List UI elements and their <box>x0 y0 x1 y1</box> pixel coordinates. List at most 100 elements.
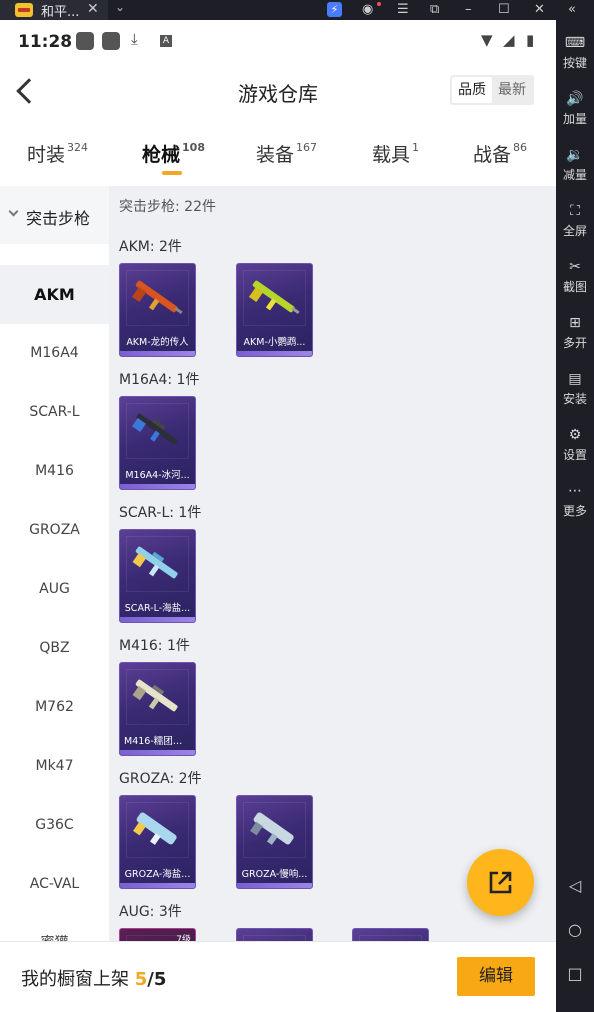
weapon-card[interactable]: AKM-龙的传人 <box>119 263 196 357</box>
akm-parrot-gun-icon <box>248 280 300 315</box>
apk-icon: ▤ <box>568 371 582 387</box>
m416-rice-dumpling-gun-icon <box>132 679 178 712</box>
showcase-bar: 我的橱窗上架 5/5 编辑 <box>0 941 556 1012</box>
tab-label: 战备 <box>473 144 512 166</box>
install-apk-button[interactable]: ▤ 安装 <box>556 370 594 407</box>
account-icon[interactable]: ◉ <box>362 1 373 19</box>
maximize-icon[interactable]: ☐ <box>498 1 510 19</box>
settings-button[interactable]: ⚙ 设置 <box>556 426 594 463</box>
status-bar: 11:28 ⤓ A ▼ ◢ ▮ <box>0 20 556 62</box>
tab-label: 载具 <box>372 144 411 166</box>
keyboard-icon: ⌨ <box>564 35 586 51</box>
android-recents-icon[interactable]: □ <box>556 964 594 983</box>
weapon-card[interactable]: M416-糯团青... <box>119 662 196 756</box>
showcase-total: /5 <box>147 969 167 990</box>
tool-label: 设置 <box>562 448 587 462</box>
scar-l-sea-salt-gun-icon <box>132 546 178 579</box>
groza-sea-salt-gun-icon <box>133 812 177 845</box>
tab-vehicles[interactable]: 载具 1 <box>372 140 419 167</box>
weapon-card[interactable]: SCAR-L-海盐... <box>119 529 196 623</box>
emulator-title-bar: 和平... ✕ ⌄ ⚡ ◉ ☰ ⧉ – ☐ ✕ « <box>0 0 594 20</box>
section-title-m16a4: M16A4: 1件 <box>119 372 200 388</box>
sidebar-item-m416[interactable]: M416 <box>0 442 109 501</box>
popout-icon[interactable]: ⧉ <box>430 1 439 19</box>
weapon-card[interactable]: GROZA-海盐... <box>119 795 196 889</box>
tab-label: 枪械 <box>142 144 181 166</box>
sidebar-item-m16a4[interactable]: M16A4 <box>0 324 109 383</box>
card-quality-bar <box>120 351 195 356</box>
volume-down-button[interactable]: 🔉 减量 <box>556 146 594 183</box>
screenshot-button[interactable]: ✂ 截图 <box>556 258 594 295</box>
sidebar-item-groza[interactable]: GROZA <box>0 501 109 560</box>
close-tab-icon[interactable]: ✕ <box>87 1 99 17</box>
category-summary: 突击步枪: 22件 <box>119 199 216 215</box>
collapse-sidebar-icon[interactable]: « <box>568 1 576 19</box>
weapon-card[interactable]: 7级 <box>119 928 196 941</box>
external-link-icon <box>489 871 512 894</box>
sidebar-item-m762[interactable]: M762 <box>0 678 109 737</box>
volume-up-button[interactable]: 🔊 加量 <box>556 90 594 127</box>
weapon-card[interactable] <box>236 928 313 941</box>
status-notification-icon <box>76 32 94 50</box>
wifi-icon: ▼ <box>481 31 493 49</box>
weapon-card[interactable]: AKM-小鹦鹉... <box>236 263 313 357</box>
level-badge: 7级 <box>176 935 191 941</box>
card-quality-bar <box>120 617 195 622</box>
multi-instance-button[interactable]: ⊞ 多开 <box>556 314 594 351</box>
menu-icon[interactable]: ☰ <box>397 1 409 19</box>
download-icon: ⤓ <box>131 30 138 48</box>
phone-screen: 11:28 ⤓ A ▼ ◢ ▮ 游戏仓库 品质 最新 时装 324 枪械 108 装… <box>0 20 556 1012</box>
android-home-icon[interactable]: ○ <box>556 920 594 939</box>
tab-guns[interactable]: 枪械 108 <box>142 140 205 167</box>
page-header: 游戏仓库 品质 最新 <box>0 62 556 120</box>
tab-label: 时装 <box>27 144 66 166</box>
tab-equipment[interactable]: 装备 167 <box>256 140 317 167</box>
section-title-scar-l: SCAR-L: 1件 <box>119 505 202 521</box>
minimize-icon[interactable]: – <box>465 1 472 19</box>
sidebar-group-label: 突击步枪 <box>26 209 91 228</box>
akm-dragon-gun-icon <box>131 280 183 315</box>
volume-up-icon: 🔊 <box>566 91 584 107</box>
app-tab-title: 和平... <box>41 4 80 20</box>
keymap-button[interactable]: ⌨ 按键 <box>556 34 594 71</box>
sidebar-group-assault-rifles[interactable]: 突击步枪 <box>0 186 109 244</box>
status-a-icon: A <box>160 35 172 47</box>
weapon-card-name: GROZA-海盐... <box>124 869 191 880</box>
gear-icon: ⚙ <box>568 427 582 443</box>
sort-quality-button[interactable]: 品质 <box>452 77 492 103</box>
more-button[interactable]: ⋯ 更多 <box>556 482 594 519</box>
weapon-card[interactable]: GROZA-慢响... <box>236 795 313 889</box>
sort-latest-button[interactable]: 最新 <box>492 77 532 103</box>
sidebar-item-mk47[interactable]: Mk47 <box>0 737 109 796</box>
share-button[interactable] <box>467 849 534 916</box>
sidebar-item-ac-val[interactable]: AC-VAL <box>0 855 109 914</box>
m16a4-glacier-gun-icon <box>132 413 178 445</box>
android-back-icon[interactable]: ◁ <box>556 876 594 895</box>
sidebar-item-aug[interactable]: AUG <box>0 560 109 619</box>
section-title-m416: M416: 1件 <box>119 638 190 654</box>
weapon-card[interactable]: M16A4-冰河... <box>119 396 196 490</box>
tool-label: 多开 <box>562 336 587 350</box>
scissors-icon: ✂ <box>569 259 581 275</box>
sidebar-item-akm[interactable]: AKM <box>0 265 109 324</box>
tab-fashion[interactable]: 时装 324 <box>27 140 88 167</box>
close-window-icon[interactable]: ✕ <box>534 1 545 19</box>
app-icon <box>15 3 33 17</box>
sidebar-item-scar-l[interactable]: SCAR-L <box>0 383 109 442</box>
tab-dropdown-icon[interactable]: ⌄ <box>115 0 125 14</box>
weapon-card-name: M416-糯团青... <box>124 736 192 747</box>
fullscreen-button[interactable]: ⛶ 全屏 <box>556 202 594 239</box>
edit-button[interactable]: 编辑 <box>457 957 535 996</box>
tab-supplies[interactable]: 战备 86 <box>473 140 527 167</box>
more-icon: ⋯ <box>568 483 582 499</box>
sidebar-item-g36c[interactable]: G36C <box>0 796 109 855</box>
boost-icon[interactable]: ⚡ <box>327 2 342 17</box>
weapon-card[interactable] <box>352 928 429 941</box>
sidebar-item-qbz[interactable]: QBZ <box>0 619 109 678</box>
tool-label: 更多 <box>562 504 587 518</box>
status-notification-icon <box>102 32 120 50</box>
weapon-card-name: AKM-龙的传人 <box>126 337 189 348</box>
tool-label: 按键 <box>562 56 587 70</box>
multi-window-icon: ⊞ <box>569 315 581 331</box>
tool-label: 安装 <box>562 392 587 406</box>
